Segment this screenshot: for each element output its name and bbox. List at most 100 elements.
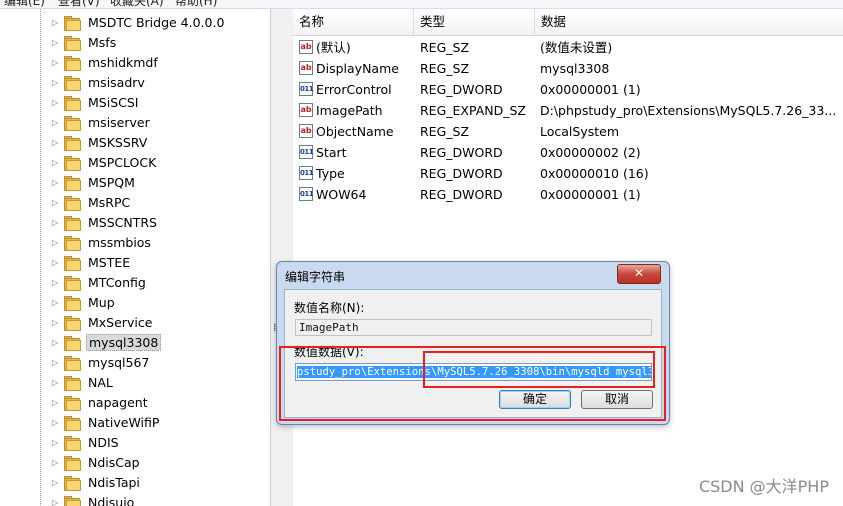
close-button[interactable]: ✕ <box>617 264 661 284</box>
list-row[interactable]: ab DisplayName REG_SZ mysql3308 <box>293 58 843 79</box>
tree-item-label: NativeWifiP <box>88 414 160 430</box>
tree-item[interactable]: ▷ MSSCNTRS <box>50 212 159 232</box>
string-value-icon: ab <box>299 124 313 138</box>
expand-arrow-icon[interactable]: ▷ <box>50 337 60 347</box>
folder-icon <box>64 415 81 431</box>
value-name-cell: WOW64 <box>316 187 367 202</box>
value-data-cell: 0x00000001 (1) <box>540 187 641 202</box>
folder-icon <box>64 375 81 391</box>
expand-arrow-icon[interactable]: ▷ <box>50 397 60 407</box>
list-row[interactable]: 011 WOW64 REG_DWORD 0x00000001 (1) <box>293 184 843 205</box>
tree-item[interactable]: ▷ MTConfig <box>50 272 148 292</box>
dialog-title: 编辑字符串 <box>285 270 346 284</box>
tree-item[interactable]: ▷ MSPQM <box>50 172 137 192</box>
expand-arrow-icon[interactable]: ▷ <box>50 157 60 167</box>
string-value-icon: ab <box>299 40 313 54</box>
expand-arrow-icon[interactable]: ▷ <box>50 217 60 227</box>
expand-arrow-icon[interactable]: ▷ <box>50 377 60 387</box>
folder-icon <box>64 55 81 71</box>
tree-item-label: MTConfig <box>88 274 146 290</box>
folder-icon <box>64 75 81 91</box>
tree-item[interactable]: ▷ mshidkmdf <box>50 52 160 72</box>
tree-item[interactable]: ▷ MSKSSRV <box>50 132 149 152</box>
tree-item[interactable]: ▷ msisadrv <box>50 72 147 92</box>
expand-arrow-icon[interactable]: ▷ <box>50 197 60 207</box>
expand-arrow-icon[interactable]: ▷ <box>50 37 60 47</box>
value-data-cell: 0x00000010 (16) <box>540 166 649 181</box>
tree-item-label: mysql567 <box>88 354 150 370</box>
tree-item[interactable]: ▷ MSDTC Bridge 4.0.0.0 <box>50 12 226 32</box>
expand-arrow-icon[interactable]: ▷ <box>50 97 60 107</box>
column-header-data[interactable]: 数据 <box>535 9 843 35</box>
menu-favorites[interactable]: 收藏夹(A) <box>110 0 164 8</box>
list-row[interactable]: 011 Type REG_DWORD 0x00000010 (16) <box>293 163 843 184</box>
tree-item-label: mssmbios <box>88 234 151 250</box>
expand-arrow-icon[interactable]: ▷ <box>50 77 60 87</box>
tree-item[interactable]: ▷ NdisTapi <box>50 472 142 492</box>
tree-item[interactable]: ▷ mysql3308 <box>50 332 162 352</box>
folder-icon <box>64 315 81 331</box>
registry-key-tree[interactable]: ▷ MSDTC Bridge 4.0.0.0 ▷ Msfs ▷ mshidkmdf ▷ msi… <box>0 9 270 506</box>
menu-view[interactable]: 查看(V) <box>58 0 100 8</box>
folder-icon <box>64 275 81 291</box>
menu-edit[interactable]: 编辑(E) <box>4 0 45 8</box>
menu-help[interactable]: 帮助(H) <box>175 0 217 8</box>
expand-arrow-icon[interactable]: ▷ <box>50 137 60 147</box>
tree-item[interactable]: ▷ MxService <box>50 312 154 332</box>
expand-arrow-icon[interactable]: ▷ <box>50 357 60 367</box>
value-data-cell: 0x00000001 (1) <box>540 82 641 97</box>
column-header-name[interactable]: 名称 <box>293 9 414 35</box>
annotation-inner-highlight <box>423 351 655 388</box>
expand-arrow-icon[interactable]: ▷ <box>50 497 60 506</box>
value-data-cell: (数值未设置) <box>540 40 613 55</box>
tree-item-label: MSPCLOCK <box>88 154 157 170</box>
expand-arrow-icon[interactable]: ▷ <box>50 177 60 187</box>
tree-item[interactable]: ▷ msiserver <box>50 112 152 132</box>
tree-item[interactable]: ▷ mysql567 <box>50 352 151 372</box>
expand-arrow-icon[interactable]: ▷ <box>50 57 60 67</box>
list-row[interactable]: ab (默认) REG_SZ (数值未设置) <box>293 37 843 58</box>
registry-values-list[interactable]: 名称 类型 数据 ab (默认) REG_SZ (数值未设置) ab DisplayNam… <box>293 9 843 506</box>
tree-item[interactable]: ▷ MsRPC <box>50 192 132 212</box>
tree-item-label: MSKSSRV <box>88 134 148 150</box>
expand-arrow-icon[interactable]: ▷ <box>50 17 60 27</box>
folder-icon <box>64 195 81 211</box>
list-row[interactable]: 011 ErrorControl REG_DWORD 0x00000001 (1) <box>293 79 843 100</box>
tree-item-label: Msfs <box>88 34 117 50</box>
tree-item[interactable]: ▷ mssmbios <box>50 232 153 252</box>
expand-arrow-icon[interactable]: ▷ <box>50 257 60 267</box>
value-type-cell: REG_EXPAND_SZ <box>420 103 526 118</box>
tree-item[interactable]: ▷ NativeWifiP <box>50 412 161 432</box>
tree-item[interactable]: ▷ napagent <box>50 392 150 412</box>
tree-item[interactable]: ▷ MSPCLOCK <box>50 152 158 172</box>
column-header-type[interactable]: 类型 <box>414 9 535 35</box>
expand-arrow-icon[interactable]: ▷ <box>50 417 60 427</box>
list-row[interactable]: 011 Start REG_DWORD 0x00000002 (2) <box>293 142 843 163</box>
tree-item[interactable]: ▷ NAL <box>50 372 115 392</box>
folder-icon <box>64 395 81 411</box>
list-row[interactable]: ab ImagePath REG_EXPAND_SZ D:\phpstudy_pro\… <box>293 100 843 121</box>
string-value-icon: ab <box>299 61 313 75</box>
tree-item[interactable]: ▷ Msfs <box>50 32 118 52</box>
tree-item[interactable]: ▷ NdisCap <box>50 452 142 472</box>
expand-arrow-icon[interactable]: ▷ <box>50 477 60 487</box>
expand-arrow-icon[interactable]: ▷ <box>50 317 60 327</box>
tree-item[interactable]: ▷ MSTEE <box>50 252 132 272</box>
expand-arrow-icon[interactable]: ▷ <box>50 457 60 467</box>
expand-arrow-icon[interactable]: ▷ <box>50 277 60 287</box>
tree-item[interactable]: ▷ MSiSCSI <box>50 92 140 112</box>
tree-item[interactable]: ▷ Mup <box>50 292 117 312</box>
value-type-cell: REG_DWORD <box>420 82 503 97</box>
pane-splitter[interactable]: ⁞ <box>270 9 294 506</box>
expand-arrow-icon[interactable]: ▷ <box>50 437 60 447</box>
expand-arrow-icon[interactable]: ▷ <box>50 297 60 307</box>
tree-item[interactable]: ▷ NDIS <box>50 432 121 452</box>
tree-item[interactable]: ▷ Ndisuio <box>50 492 136 506</box>
folder-icon <box>64 255 81 271</box>
dword-value-icon: 011 <box>299 166 314 180</box>
expand-arrow-icon[interactable]: ▷ <box>50 117 60 127</box>
folder-icon <box>64 215 81 231</box>
menu-bar: 编辑(E) 查看(V) 收藏夹(A) 帮助(H) <box>0 0 843 9</box>
expand-arrow-icon[interactable]: ▷ <box>50 237 60 247</box>
list-row[interactable]: ab ObjectName REG_SZ LocalSystem <box>293 121 843 142</box>
